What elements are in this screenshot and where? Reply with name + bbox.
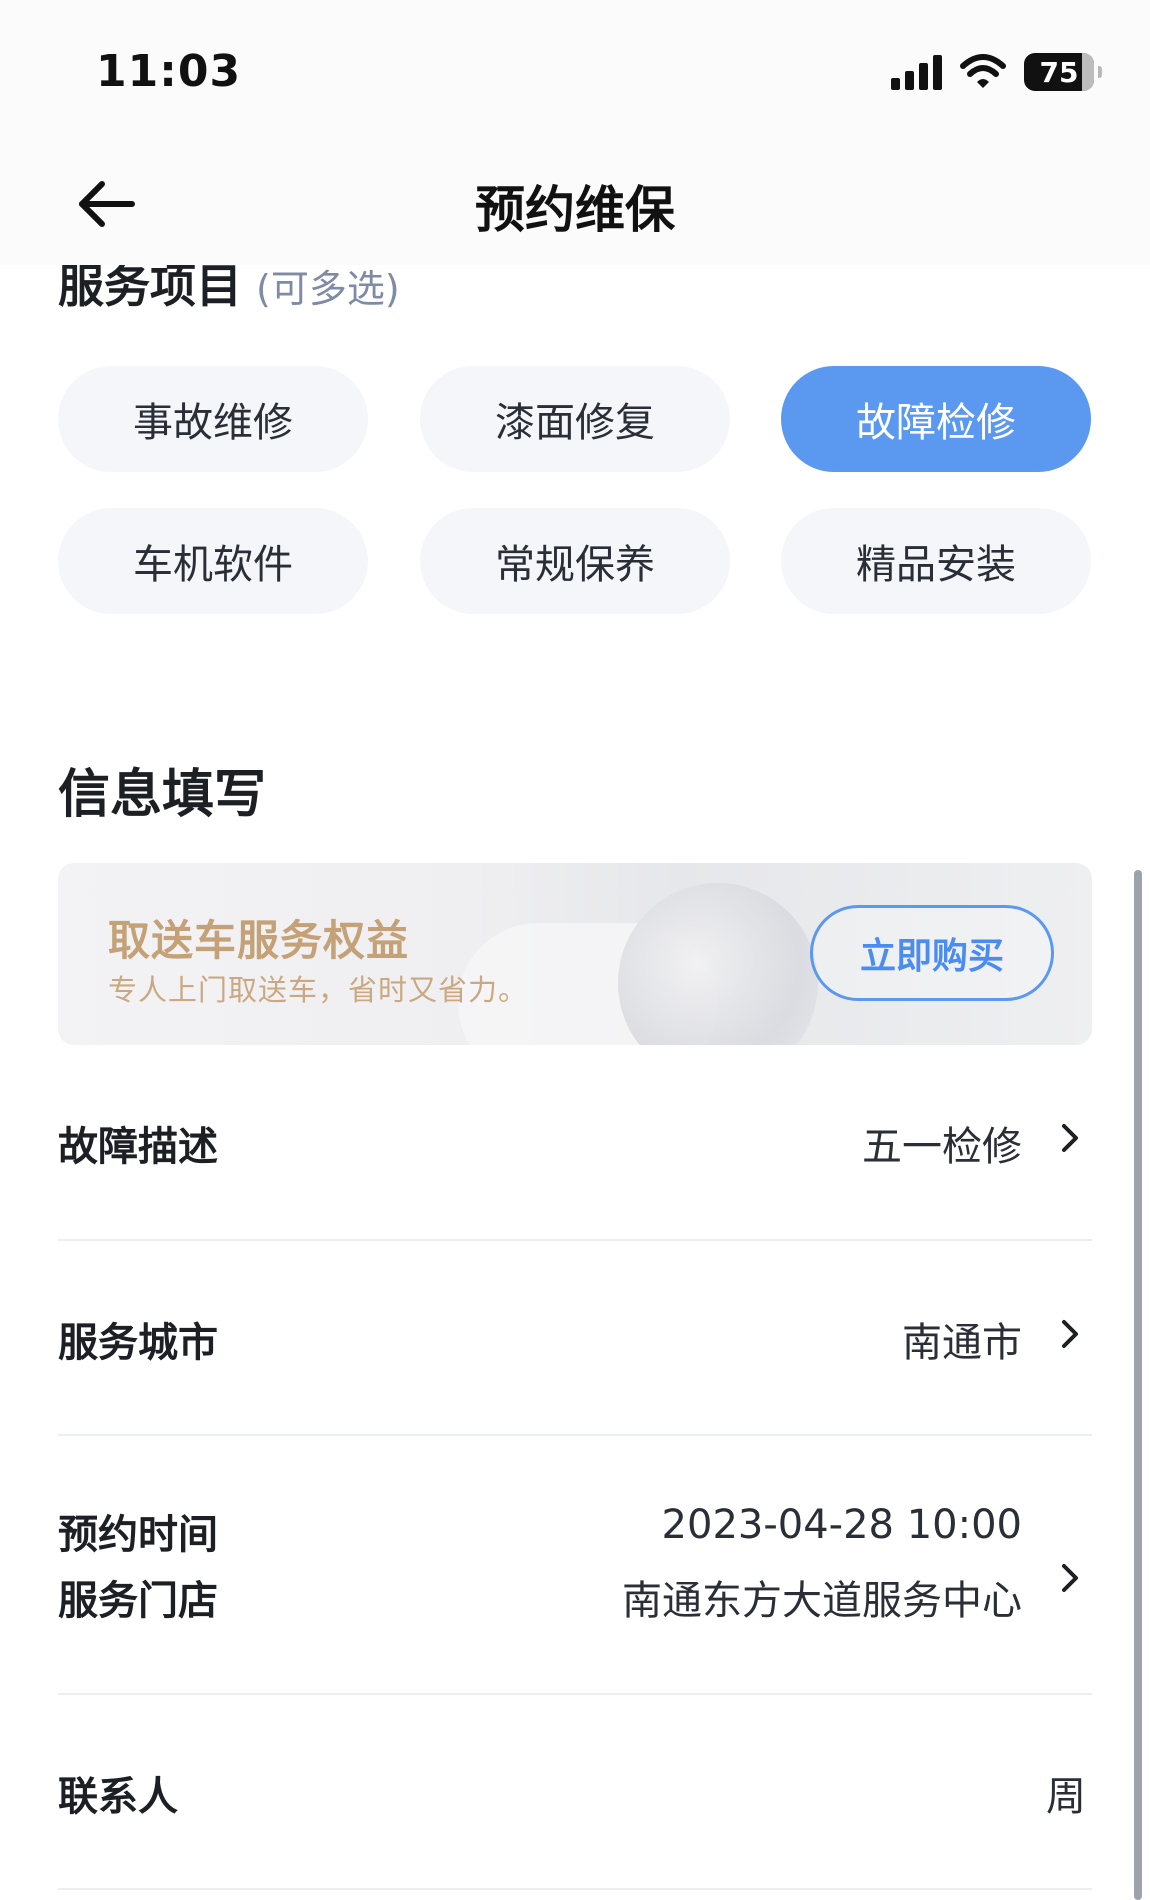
status-bar: 11:03 75 xyxy=(0,0,1150,140)
status-time: 11:03 xyxy=(96,46,242,97)
service-city-label: 服务城市 xyxy=(58,1320,218,1366)
chevron-right-icon xyxy=(1062,1564,1078,1592)
status-icons: 75 xyxy=(891,52,1102,92)
battery-level: 75 xyxy=(1039,55,1079,89)
screen: 服务项目 (可多选) 事故维修 漆面修复 故障检修 车机软件 常规保养 精品安装 … xyxy=(0,0,1150,1900)
pickup-service-banner[interactable]: 取送车服务权益 专人上门取送车，省时又省力。 立即购买 xyxy=(58,863,1092,1045)
chip-infotainment-software[interactable]: 车机软件 xyxy=(58,508,368,614)
service-city-value: 南通市 xyxy=(902,1320,1022,1366)
cellular-signal-icon xyxy=(891,54,942,90)
chevron-right-icon xyxy=(1062,1320,1078,1348)
divider xyxy=(58,1239,1092,1241)
chip-paint-repair[interactable]: 漆面修复 xyxy=(420,366,730,472)
appointment-time-store-row[interactable]: 预约时间 服务门店 2023-04-28 10:00 南通东方大道服务中心 xyxy=(58,1480,1092,1650)
banner-title: 取送车服务权益 xyxy=(108,916,410,965)
page-title: 预约维保 xyxy=(475,181,675,239)
fault-description-value: 五一检修 xyxy=(862,1124,1022,1170)
chevron-right-icon xyxy=(1062,1124,1078,1152)
fault-description-label: 故障描述 xyxy=(58,1124,218,1170)
service-store-value: 南通东方大道服务中心 xyxy=(622,1578,1022,1624)
banner-knob-image xyxy=(618,883,818,1045)
services-title: 服务项目 xyxy=(58,259,242,313)
appointment-time-value: 2023-04-28 10:00 xyxy=(661,1502,1022,1548)
divider xyxy=(58,1434,1092,1436)
buy-now-button[interactable]: 立即购买 xyxy=(810,905,1054,1001)
info-section-title: 信息填写 xyxy=(58,765,267,825)
chip-regular-maintenance[interactable]: 常规保养 xyxy=(420,508,730,614)
battery-icon: 75 xyxy=(1024,53,1102,91)
fault-description-row[interactable]: 故障描述 五一检修 xyxy=(58,1080,1092,1195)
service-city-row[interactable]: 服务城市 南通市 xyxy=(58,1276,1092,1391)
divider xyxy=(58,1693,1092,1695)
scrollbar[interactable] xyxy=(1134,870,1142,1900)
navigation-bar: 预约维保 xyxy=(0,140,1150,265)
wifi-icon xyxy=(960,54,1006,90)
divider xyxy=(58,1888,1092,1890)
services-subtitle: (可多选) xyxy=(256,267,400,311)
banner-subtitle: 专人上门取送车，省时又省力。 xyxy=(108,973,529,1007)
chip-accessory-install[interactable]: 精品安装 xyxy=(781,508,1091,614)
chip-accident-repair[interactable]: 事故维修 xyxy=(58,366,368,472)
appointment-time-label: 预约时间 xyxy=(58,1512,218,1558)
contact-row[interactable]: 联系人 周 xyxy=(58,1730,1092,1845)
contact-label: 联系人 xyxy=(58,1774,178,1820)
battery-empty-segment xyxy=(1082,53,1094,91)
service-store-label: 服务门店 xyxy=(58,1578,218,1624)
contact-value[interactable]: 周 xyxy=(1046,1764,1086,1822)
chip-fault-repair[interactable]: 故障检修 xyxy=(781,366,1091,472)
